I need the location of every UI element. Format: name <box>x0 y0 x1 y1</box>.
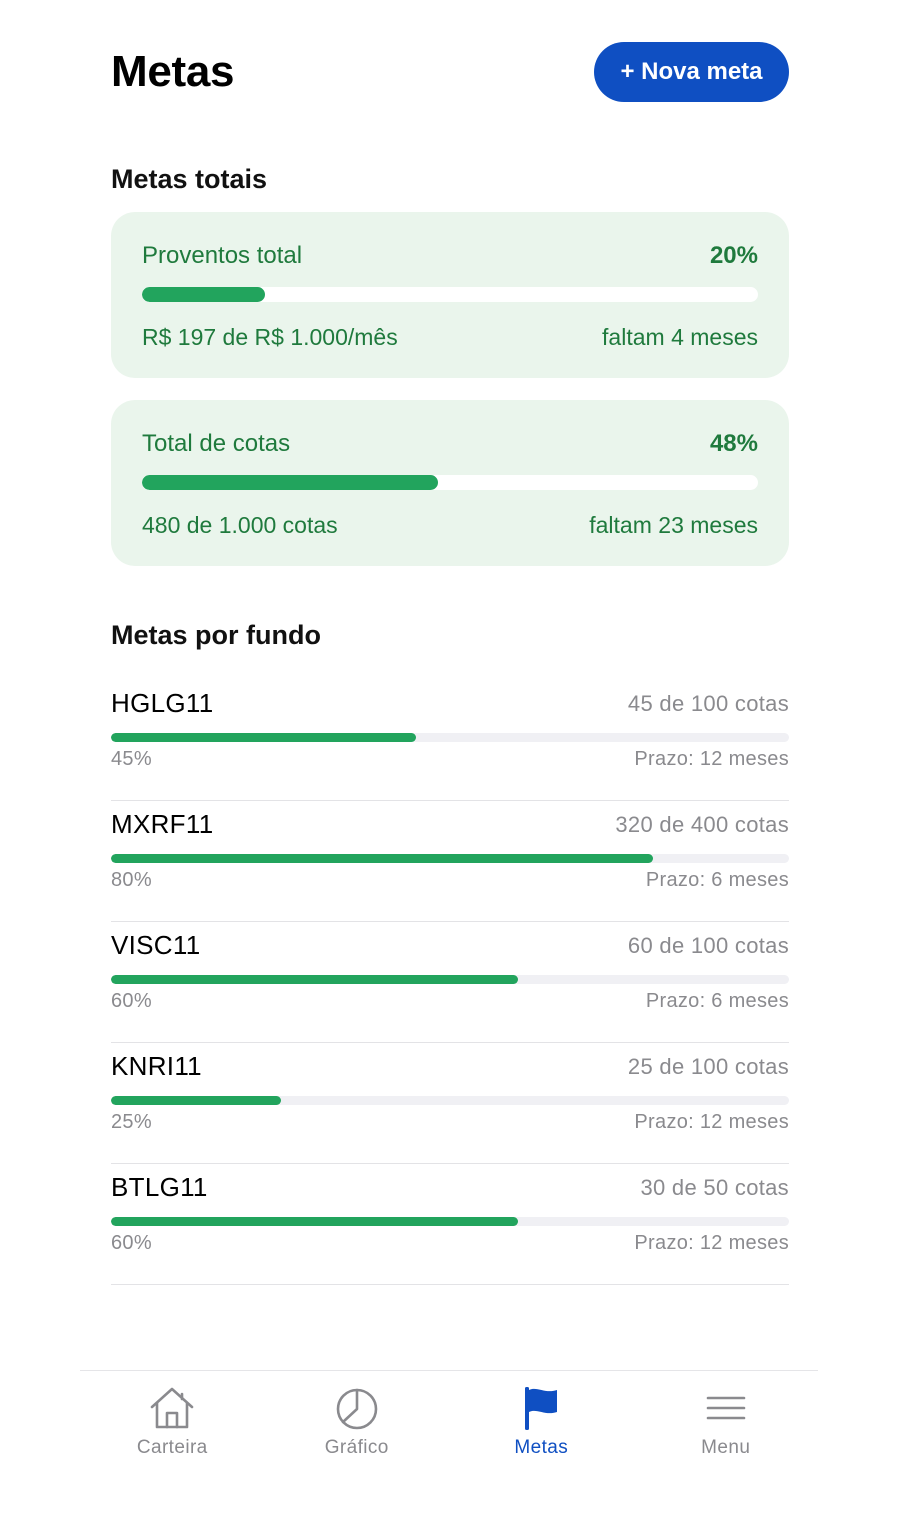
fund-deadline: Prazo: 6 meses <box>645 869 789 891</box>
fund-goal-hglg11[interactable]: HGLG11 45 de 100 cotas 45% Prazo: 12 mes… <box>111 680 789 801</box>
goal-card-remaining: faltam 23 meses <box>589 512 758 538</box>
progress-fill <box>142 475 438 490</box>
fund-share-count: 25 de 100 cotas <box>627 1053 789 1079</box>
fund-deadline: Prazo: 12 meses <box>634 1111 789 1133</box>
fund-ticker: KNRI11 <box>111 1051 202 1081</box>
goal-card-percent: 48% <box>709 430 758 457</box>
fund-deadline: Prazo: 6 meses <box>645 990 789 1012</box>
bottom-nav: Carteira Gráfico Metas Menu <box>80 1370 818 1470</box>
fund-ticker: MXRF11 <box>111 809 214 839</box>
fund-ticker: HGLG11 <box>111 688 214 718</box>
nav-label: Menu <box>701 1437 751 1458</box>
page-title: Metas <box>111 47 235 96</box>
progress-track <box>111 1217 789 1226</box>
fund-goal-btlg11[interactable]: BTLG11 30 de 50 cotas 60% Prazo: 12 mese… <box>111 1164 789 1285</box>
flag-icon <box>525 1387 558 1430</box>
goal-card-percent: 20% <box>709 242 758 269</box>
nav-item-menu[interactable]: Menu <box>634 1371 819 1470</box>
home-icon <box>150 1387 194 1429</box>
progress-track <box>111 1096 789 1105</box>
goals-screen: Metas + Nova meta Metas totais Proventos… <box>0 0 900 1528</box>
progress-fill <box>111 975 518 984</box>
totals-section-title: Metas totais <box>111 164 268 194</box>
nav-label: Metas <box>514 1437 569 1458</box>
fund-share-count: 30 de 50 cotas <box>640 1174 789 1200</box>
fund-share-count: 320 de 400 cotas <box>615 811 789 837</box>
progress-fill <box>111 854 654 863</box>
fund-ticker: VISC11 <box>111 930 201 960</box>
hamburger-menu-icon <box>706 1396 746 1420</box>
progress-track <box>111 975 789 984</box>
header: Metas + Nova meta <box>111 42 789 102</box>
pie-chart-icon <box>336 1388 378 1430</box>
nav-item-metas[interactable]: Metas <box>449 1371 634 1470</box>
goal-card-total-shares[interactable]: Total de cotas 48% 480 de 1.000 cotas fa… <box>111 400 789 566</box>
progress-fill <box>111 1217 518 1226</box>
nav-label: Carteira <box>136 1437 208 1458</box>
fund-goal-list: HGLG11 45 de 100 cotas 45% Prazo: 12 mes… <box>111 680 789 1285</box>
fund-percent: 60% <box>111 990 152 1012</box>
nav-label: Gráfico <box>324 1437 389 1458</box>
goal-card-label: Total de cotas <box>142 430 291 457</box>
funds-section-title: Metas por fundo <box>111 620 321 650</box>
goal-card-summary: R$ 197 de R$ 1.000/mês <box>142 324 398 350</box>
progress-track <box>142 287 758 302</box>
fund-percent: 60% <box>111 1232 152 1254</box>
nav-item-carteira[interactable]: Carteira <box>80 1371 265 1470</box>
fund-deadline: Prazo: 12 meses <box>634 1232 789 1254</box>
progress-track <box>111 733 789 742</box>
new-goal-button[interactable]: + Nova meta <box>594 42 789 102</box>
fund-percent: 25% <box>111 1111 152 1133</box>
fund-deadline: Prazo: 12 meses <box>634 748 789 770</box>
fund-goal-mxrf11[interactable]: MXRF11 320 de 400 cotas 80% Prazo: 6 mes… <box>111 801 789 922</box>
fund-goal-visc11[interactable]: VISC11 60 de 100 cotas 60% Prazo: 6 mese… <box>111 922 789 1043</box>
progress-track <box>142 475 758 490</box>
fund-percent: 80% <box>111 869 152 891</box>
progress-fill <box>111 733 417 742</box>
fund-percent: 45% <box>111 748 152 770</box>
progress-fill <box>142 287 266 302</box>
goal-card-label: Proventos total <box>142 242 303 269</box>
fund-goal-knri11[interactable]: KNRI11 25 de 100 cotas 25% Prazo: 12 mes… <box>111 1043 789 1164</box>
goal-card-dividends[interactable]: Proventos total 20% R$ 197 de R$ 1.000/m… <box>111 212 789 378</box>
progress-track <box>111 854 789 863</box>
goal-card-summary: 480 de 1.000 cotas <box>142 512 338 538</box>
goal-card-remaining: faltam 4 meses <box>602 324 758 350</box>
fund-share-count: 60 de 100 cotas <box>627 932 789 958</box>
fund-share-count: 45 de 100 cotas <box>627 690 789 716</box>
fund-ticker: BTLG11 <box>111 1172 208 1202</box>
progress-fill <box>111 1096 281 1105</box>
nav-item-grafico[interactable]: Gráfico <box>265 1371 450 1470</box>
